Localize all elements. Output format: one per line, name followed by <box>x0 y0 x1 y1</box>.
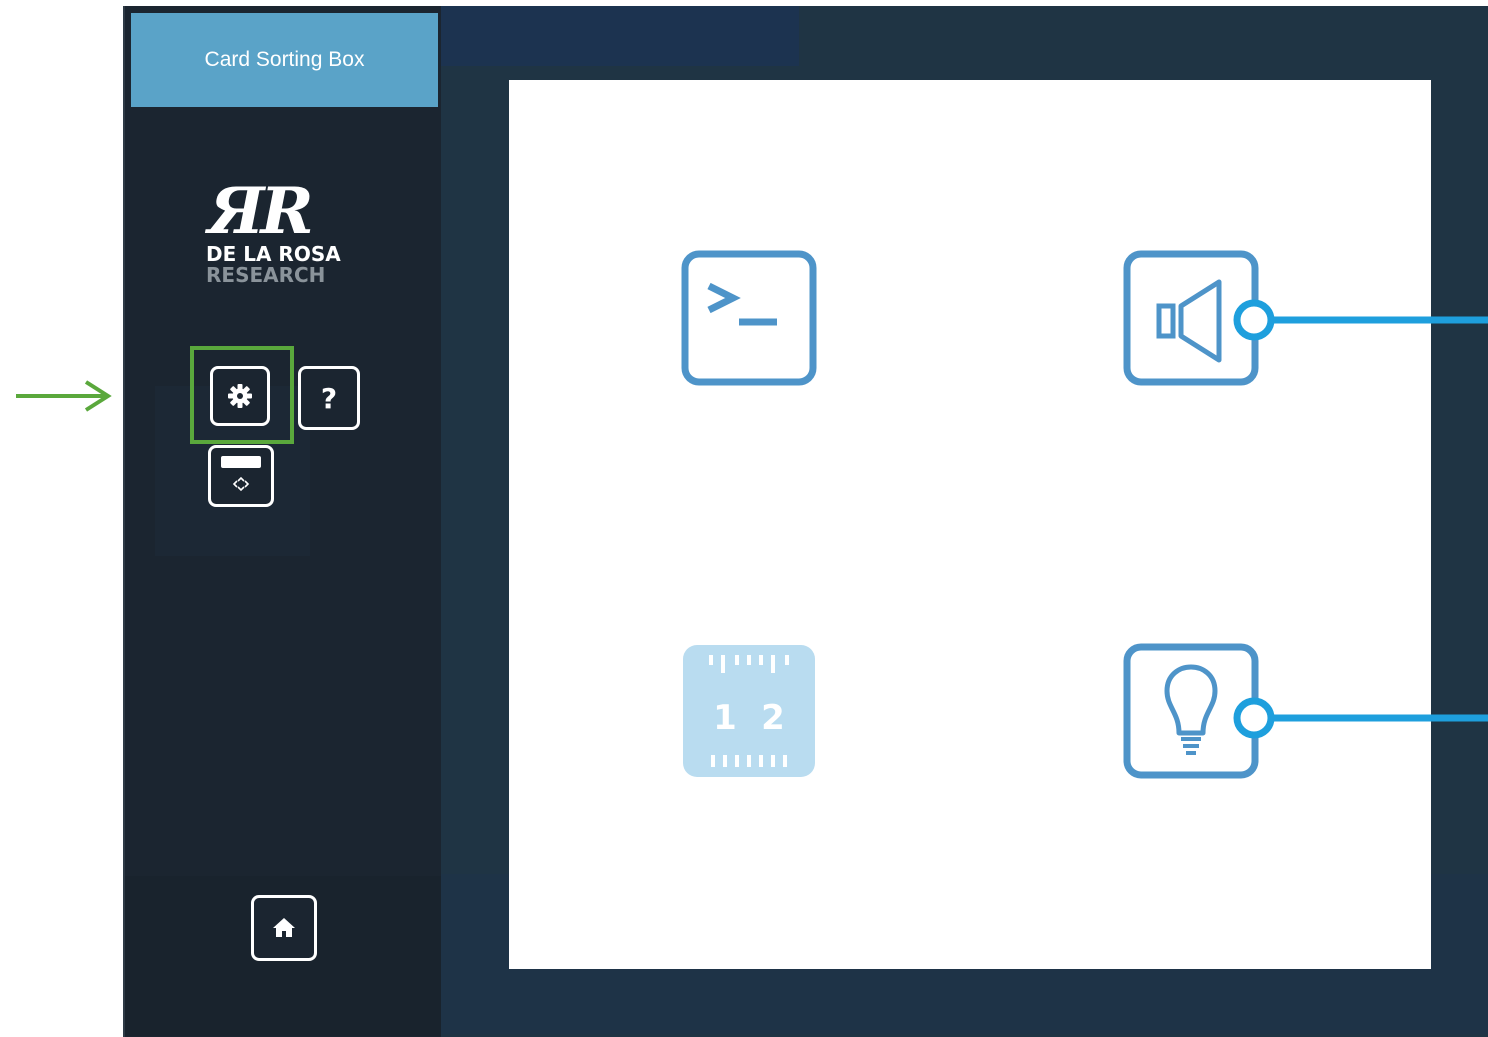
svg-text:1: 1 <box>713 698 737 738</box>
annotation-highlight-box <box>190 346 294 444</box>
help-label: ? <box>320 381 338 415</box>
svg-text:2: 2 <box>761 698 785 738</box>
sidebar <box>125 6 441 1037</box>
logo-line2: RESEARCH <box>206 263 326 287</box>
logo-line1: DE LA ROSA <box>206 242 341 266</box>
window-move-icon <box>221 456 261 492</box>
card-canvas: 1 2 <box>509 80 1431 969</box>
app-title: Card Sorting Box <box>131 13 438 107</box>
help-button[interactable]: ? <box>298 366 360 430</box>
lightbulb-callout <box>1233 697 1488 739</box>
company-logo: ЯR DE LA ROSA RESEARCH <box>200 180 370 295</box>
logo-mark: ЯR <box>208 174 314 249</box>
app-title-label: Card Sorting Box <box>204 48 365 71</box>
annotation-arrow-icon <box>16 380 112 412</box>
terminal-icon[interactable] <box>681 250 817 386</box>
home-button[interactable] <box>251 895 317 961</box>
speaker-callout <box>1233 299 1488 341</box>
home-icon <box>273 918 295 937</box>
ruler-icon[interactable]: 1 2 <box>681 643 817 779</box>
window-move-button[interactable] <box>208 445 274 507</box>
